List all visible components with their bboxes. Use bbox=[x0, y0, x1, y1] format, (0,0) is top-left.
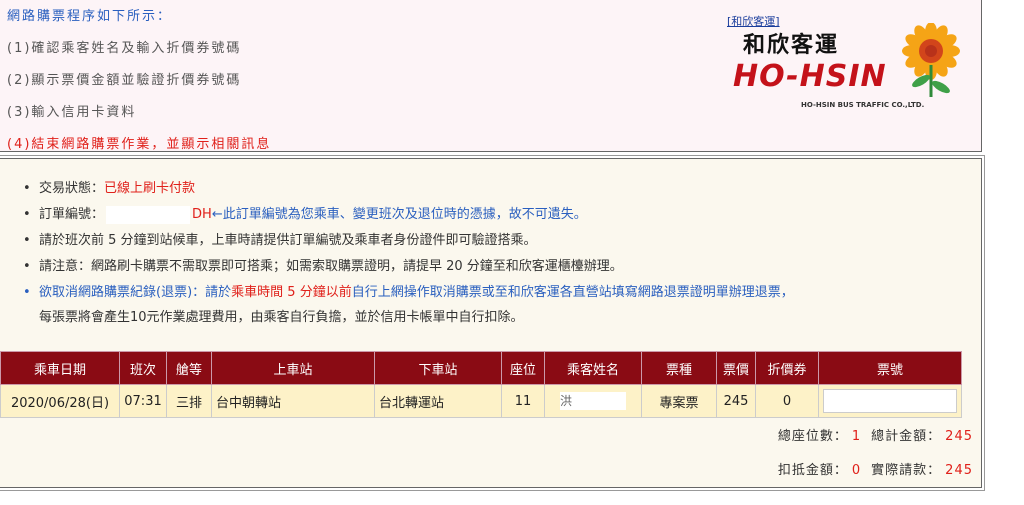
order-number-row: 訂單編號： DH←此訂單編號為您乘車、變更班次及退位時的憑據，故不可遺失。 bbox=[19, 203, 979, 229]
col-coupon: 折價券 bbox=[755, 351, 819, 385]
ticket-number-field[interactable] bbox=[823, 389, 957, 413]
step-3: (3)輸入信用卡資料 bbox=[7, 105, 137, 120]
cell-price: 245 bbox=[716, 384, 756, 418]
order-suffix: DH bbox=[192, 207, 212, 222]
steps-heading: 網路購票程序如下所示： bbox=[7, 9, 173, 24]
col-class: 艙等 bbox=[166, 351, 212, 385]
col-seat: 座位 bbox=[501, 351, 545, 385]
order-note: ←此訂單編號為您乘車、變更班次及退位時的憑據，故不可遺失。 bbox=[211, 207, 587, 222]
steps-list: 網路購票程序如下所示： (1)確認乘客姓名及輸入折價券號碼 (2)顯示票價金額並… bbox=[7, 7, 271, 167]
cell-coupon: 0 bbox=[755, 384, 819, 418]
deduct-value: 0 bbox=[851, 463, 862, 478]
cancel-text-a: ：請於 bbox=[192, 285, 232, 300]
total-label: 總計金額： bbox=[871, 429, 942, 444]
deduct-label: 扣抵金額： bbox=[777, 463, 848, 478]
cancel-deadline: 乘車時間 5 分鐘以前 bbox=[231, 285, 352, 300]
cell-class: 三排 bbox=[166, 384, 212, 418]
table-header-row: 乘車日期 班次 艙等 上車站 下車站 座位 乘客姓名 票種 票價 折價券 票號 bbox=[0, 351, 962, 385]
col-price: 票價 bbox=[716, 351, 756, 385]
cancel-row: 欲取消網路購票紀錄(退票)：請於乘車時間 5 分鐘以前自行上網操作取消購票或至和… bbox=[19, 281, 979, 307]
cancel-record-link[interactable]: 欲取消網路購票紀錄(退票) bbox=[39, 285, 192, 300]
cell-passenger: 洪 bbox=[544, 384, 642, 418]
passenger-name-masked: 洪 bbox=[560, 392, 626, 410]
purchase-steps-panel: 網路購票程序如下所示： (1)確認乘客姓名及輸入折價券號碼 (2)顯示票價金額並… bbox=[0, 0, 982, 152]
cell-from: 台中朝轉站 bbox=[211, 384, 375, 418]
cell-seat: 11 bbox=[501, 384, 545, 418]
cell-date: 2020/06/28(日) bbox=[0, 384, 120, 418]
cell-time: 07:31 bbox=[119, 384, 167, 418]
seats-value: 1 bbox=[851, 429, 862, 444]
order-result-panel: 交易狀態：已線上刷卡付款 訂單編號： DH←此訂單編號為您乘車、變更班次及退位時的… bbox=[0, 155, 985, 491]
col-trip: 班次 bbox=[119, 351, 167, 385]
notice-text: 請注意：網路刷卡購票不需取票即可搭乘；如需索取購票證明，請提早 20 分鐘至和欣… bbox=[19, 255, 979, 281]
col-ticket-type: 票種 bbox=[641, 351, 717, 385]
totals-row-2: 扣抵金額： 0 實際請款： 245 bbox=[778, 459, 973, 478]
order-number-masked bbox=[106, 205, 191, 224]
step-2: (2)顯示票價金額並驗證折價券號碼 bbox=[7, 73, 242, 88]
totals-row-1: 總座位數： 1 總計金額： 245 bbox=[778, 425, 973, 444]
cell-ticket-type: 專案票 bbox=[641, 384, 717, 418]
actual-value: 245 bbox=[945, 463, 973, 478]
seats-label: 總座位數： bbox=[777, 429, 848, 444]
sunflower-icon bbox=[902, 23, 960, 97]
step-1: (1)確認乘客姓名及輸入折價券號碼 bbox=[7, 41, 242, 56]
table-row: 2020/06/28(日) 07:31 三排 台中朝轉站 台北轉運站 11 洪 … bbox=[0, 384, 962, 418]
col-from: 上車站 bbox=[211, 351, 375, 385]
logo-english-name: HO-HSIN bbox=[733, 59, 887, 94]
col-date: 乘車日期 bbox=[0, 351, 120, 385]
status-label: 交易狀態： bbox=[39, 181, 105, 196]
col-ticket-no: 票號 bbox=[818, 351, 962, 385]
status-row: 交易狀態：已線上刷卡付款 bbox=[19, 177, 979, 203]
actual-label: 實際請款： bbox=[871, 463, 942, 478]
boarding-note: 請於班次前 5 分鐘到站候車，上車時請提供訂單編號及乘車者身份證件即可驗證搭乘。 bbox=[19, 229, 979, 255]
total-value: 245 bbox=[945, 429, 973, 444]
cancel-text-b: 自行上網操作取消購票或至和欣客運各直營站填寫網路退票證明單辦理退票， bbox=[351, 285, 794, 300]
logo-subtitle: HO-HSIN BUS TRAFFIC CO.,LTD. bbox=[801, 101, 925, 109]
order-label: 訂單編號： bbox=[39, 207, 105, 222]
order-info-list: 交易狀態：已線上刷卡付款 訂單編號： DH←此訂單編號為您乘車、變更班次及退位時的… bbox=[19, 177, 979, 331]
cancel-fee-note: 每張票將會產生10元作業處理費用，由乘客自行負擔，並於信用卡帳單中自行扣除。 bbox=[39, 310, 524, 325]
cell-ticket-no bbox=[818, 384, 962, 418]
logo-chinese-name: 和欣客運 bbox=[743, 32, 840, 58]
status-value: 已線上刷卡付款 bbox=[104, 181, 196, 196]
col-to: 下車站 bbox=[374, 351, 502, 385]
cell-to: 台北轉運站 bbox=[374, 384, 502, 418]
company-logo: [和欣客運] 和欣客運 HO-HSIN HO-HSIN BUS TRAFFIC … bbox=[725, 13, 965, 113]
col-passenger: 乘客姓名 bbox=[544, 351, 642, 385]
ticket-table: 乘車日期 班次 艙等 上車站 下車站 座位 乘客姓名 票種 票價 折價券 票號 … bbox=[0, 351, 962, 418]
